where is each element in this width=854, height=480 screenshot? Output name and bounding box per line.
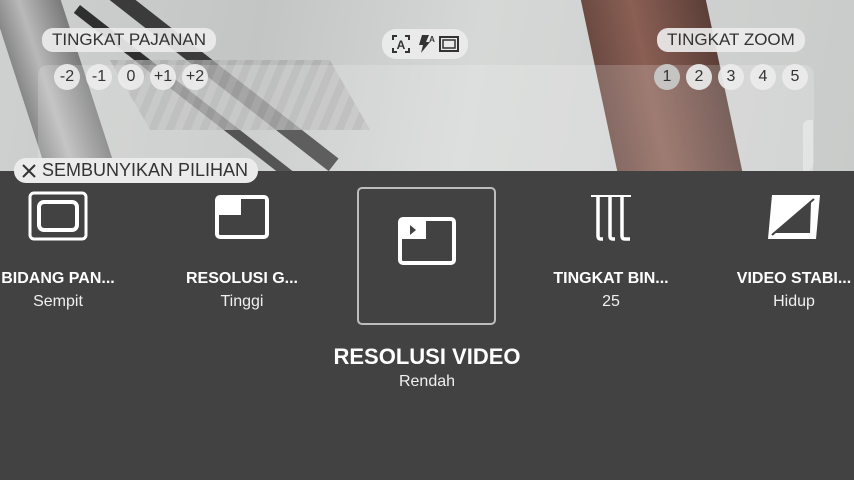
zoom-label: TINGKAT ZOOM: [657, 28, 805, 52]
option-name: RESOLUSI G...: [185, 270, 298, 287]
exposure-level-0[interactable]: 0: [118, 64, 144, 90]
auto-focus-icon[interactable]: A: [391, 34, 411, 54]
hide-options-label: SEMBUNYIKAN PILIHAN: [42, 160, 249, 180]
zoom-level-1[interactable]: 1: [654, 64, 680, 90]
option-frame-rate[interactable]: TINGKAT BIN... 25: [552, 187, 670, 310]
zoom-level-3[interactable]: 3: [718, 64, 744, 90]
video-stabilization-icon: [768, 195, 820, 239]
flash-auto-icon[interactable]: A: [415, 34, 435, 54]
camera-preview[interactable]: TINGKAT PAJANAN -2 -1 0 +1 +2 A A TINGKA…: [0, 0, 854, 171]
svg-text:A: A: [397, 38, 406, 52]
option-video-resolution[interactable]: [357, 187, 496, 325]
close-icon: [22, 163, 36, 178]
video-resolution-icon: [397, 217, 456, 265]
zoom-level-4[interactable]: 4: [750, 64, 776, 90]
exposure-level-plus1[interactable]: +1: [150, 64, 176, 90]
zoom-level-2[interactable]: 2: [686, 64, 712, 90]
exposure-level-plus2[interactable]: +2: [182, 64, 208, 90]
selected-option-value: Rendah: [398, 373, 456, 390]
scroll-indicator: [803, 120, 813, 171]
frame-rate-icon: [591, 195, 631, 241]
option-name: TINGKAT BIN...: [553, 270, 669, 287]
aspect-ratio-icon[interactable]: [439, 36, 459, 52]
option-value: Hidup: [773, 293, 815, 310]
hide-options-button[interactable]: SEMBUNYIKAN PILIHAN: [14, 158, 259, 183]
svg-text:A: A: [429, 35, 435, 44]
option-video-stabilization[interactable]: VIDEO STABI... Hidup: [734, 187, 854, 310]
photo-resolution-icon: [215, 195, 269, 239]
field-of-view-icon: [28, 191, 88, 241]
option-name: BIDANG PAN...: [1, 270, 115, 287]
exposure-level-minus2[interactable]: -2: [54, 64, 80, 90]
exposure-level-minus1[interactable]: -1: [86, 64, 112, 90]
exposure-label: TINGKAT PAJANAN: [42, 28, 216, 52]
option-name: VIDEO STABI...: [736, 270, 852, 287]
selected-option-name: RESOLUSI VIDEO: [333, 344, 521, 369]
option-value: Sempit: [33, 293, 83, 310]
option-value: 25: [602, 293, 620, 310]
option-value: Tinggi: [220, 293, 264, 310]
camera-mode-pill[interactable]: A A: [382, 29, 468, 59]
option-photo-resolution[interactable]: RESOLUSI G... Tinggi: [184, 187, 300, 310]
option-field-of-view[interactable]: BIDANG PAN... Sempit: [0, 187, 116, 310]
zoom-level-5[interactable]: 5: [782, 64, 808, 90]
